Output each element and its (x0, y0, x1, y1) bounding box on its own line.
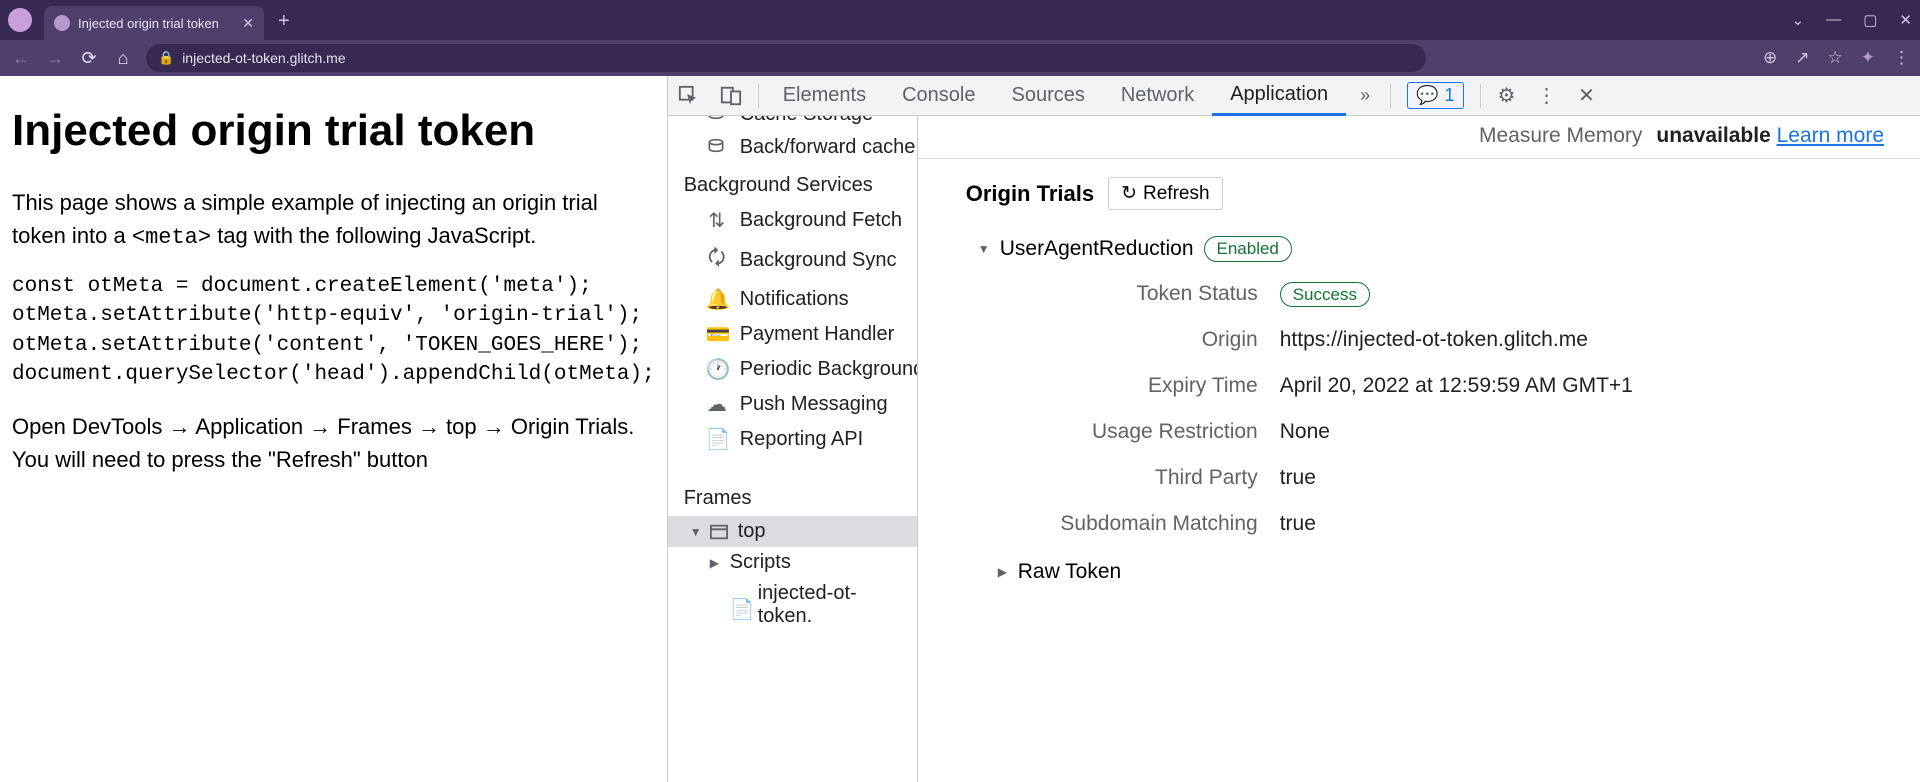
cloud-icon: ☁ (706, 392, 728, 417)
triangle-right-icon[interactable]: ▶ (710, 556, 722, 570)
usage-label: Usage Restriction (978, 420, 1258, 444)
third-party-value: true (1280, 466, 1920, 490)
trial-details-grid: Token Status Success Origin https://inje… (918, 282, 1920, 536)
refresh-icon: ↻ (1121, 182, 1137, 205)
learn-more-link[interactable]: Learn more (1777, 124, 1884, 147)
devtools-toolbar: Elements Console Sources Network Applica… (668, 76, 1920, 116)
chat-icon: 💬 (1416, 85, 1438, 106)
success-badge: Success (1280, 282, 1370, 307)
issues-count: 1 (1445, 85, 1455, 106)
application-sidebar: Cache Storage Back/forward cache Backgro… (668, 116, 918, 782)
devtools-close-icon[interactable]: ✕ (1567, 83, 1607, 108)
zoom-icon[interactable]: ⊕ (1763, 48, 1777, 68)
profile-avatar[interactable] (8, 8, 32, 32)
refresh-button[interactable]: ↻ Refresh (1108, 177, 1222, 210)
file-icon: 📄 (730, 597, 750, 613)
sidebar-item-payment-handler[interactable]: 💳Payment Handler (668, 317, 917, 352)
usage-value: None (1280, 420, 1920, 444)
browser-tab-strip: Injected origin trial token ✕ + ⌄ — ▢ ✕ (0, 0, 1920, 40)
triangle-down-icon[interactable]: ▼ (978, 242, 990, 256)
issues-badge[interactable]: 💬 1 (1407, 82, 1463, 109)
triangle-down-icon[interactable]: ▼ (690, 525, 702, 539)
home-button[interactable]: ⌂ (112, 48, 134, 69)
share-icon[interactable]: ↗ (1795, 48, 1809, 68)
browser-toolbar: ← → ⟳ ⌂ 🔒 injected-ot-token.glitch.me ⊕ … (0, 40, 1920, 76)
tab-application[interactable]: Application (1212, 76, 1346, 116)
page-title: Injected origin trial token (12, 106, 655, 156)
window-icon (710, 524, 730, 540)
tab-network[interactable]: Network (1103, 76, 1212, 116)
close-icon[interactable]: ✕ (242, 15, 254, 32)
sidebar-item-background-sync[interactable]: 🗘Background Sync (668, 238, 917, 282)
application-main: Measure Memory unavailable Learn more Or… (918, 116, 1920, 782)
document-icon: 📄 (706, 427, 728, 452)
origin-trials-heading: Origin Trials (966, 181, 1094, 207)
tab-sources[interactable]: Sources (993, 76, 1102, 116)
chevron-down-icon[interactable]: ⌄ (1792, 11, 1805, 29)
bookmark-icon[interactable]: ☆ (1828, 48, 1843, 68)
measure-memory-row: Measure Memory unavailable Learn more (918, 116, 1920, 158)
origin-label: Origin (978, 328, 1258, 352)
url-text: injected-ot-token.glitch.me (182, 50, 345, 66)
new-tab-button[interactable]: + (278, 10, 290, 33)
favicon-icon (54, 15, 70, 31)
tab-elements[interactable]: Elements (765, 76, 884, 116)
inspect-icon[interactable] (668, 85, 710, 107)
origin-value: https://injected-ot-token.glitch.me (1280, 328, 1920, 352)
database-icon (706, 116, 728, 125)
devtools-menu-icon[interactable]: ⋮ (1527, 83, 1567, 108)
token-status-label: Token Status (978, 282, 1258, 306)
reload-button[interactable]: ⟳ (78, 48, 100, 69)
expiry-value: April 20, 2022 at 12:59:59 AM GMT+1 (1280, 374, 1920, 398)
browser-tab[interactable]: Injected origin trial token ✕ (44, 6, 264, 40)
minimize-icon[interactable]: — (1826, 11, 1841, 29)
clock-icon: 🕐 (706, 357, 728, 382)
sidebar-item-bfcache[interactable]: Back/forward cache (668, 131, 917, 164)
sidebar-item-cache-storage[interactable]: Cache Storage (668, 116, 917, 131)
trial-row[interactable]: ▼ UserAgentReduction Enabled (918, 236, 1920, 282)
devtools-panel: Elements Console Sources Network Applica… (667, 76, 1920, 782)
window-close-icon[interactable]: ✕ (1899, 11, 1912, 29)
database-icon (706, 138, 728, 158)
subdomain-label: Subdomain Matching (978, 512, 1258, 536)
frame-file[interactable]: 📄 injected-ot-token. (668, 578, 917, 632)
maximize-icon[interactable]: ▢ (1863, 11, 1877, 29)
instructions-paragraph: Open DevTools → Application → Frames → t… (12, 410, 655, 476)
address-bar[interactable]: 🔒 injected-ot-token.glitch.me (146, 44, 1426, 72)
sidebar-item-periodic-sync[interactable]: 🕐Periodic Background Sync (668, 352, 917, 387)
subdomain-value: true (1280, 512, 1920, 536)
lock-icon: 🔒 (158, 50, 174, 66)
intro-paragraph: This page shows a simple example of inje… (12, 186, 655, 254)
sidebar-group-background-services: Background Services (668, 164, 917, 203)
trial-name: UserAgentReduction (1000, 237, 1194, 261)
sidebar-item-push-messaging[interactable]: ☁Push Messaging (668, 387, 917, 422)
sync-icon: 🗘 (706, 243, 728, 277)
frame-scripts[interactable]: ▶ Scripts (668, 547, 917, 578)
expiry-label: Expiry Time (978, 374, 1258, 398)
frame-top[interactable]: ▼ top (668, 516, 917, 547)
kebab-menu-icon[interactable]: ⋮ (1893, 48, 1910, 68)
extensions-icon[interactable]: ✦ (1861, 48, 1875, 68)
fetch-icon: ⇅ (706, 208, 728, 233)
forward-button[interactable]: → (44, 48, 66, 69)
code-block: const otMeta = document.createElement('m… (12, 272, 655, 390)
gear-icon[interactable]: ⚙ (1487, 83, 1527, 108)
device-toggle-icon[interactable] (710, 85, 752, 107)
card-icon: 💳 (706, 322, 728, 347)
back-button[interactable]: ← (10, 48, 32, 69)
sidebar-item-background-fetch[interactable]: ⇅Background Fetch (668, 203, 917, 238)
sidebar-group-frames: Frames (668, 477, 917, 516)
page-content: Injected origin trial token This page sh… (0, 76, 667, 782)
tab-console[interactable]: Console (884, 76, 993, 116)
triangle-right-icon[interactable]: ▶ (998, 565, 1010, 579)
sidebar-item-reporting-api[interactable]: 📄Reporting API (668, 422, 917, 457)
bell-icon: 🔔 (706, 287, 728, 312)
raw-token-row[interactable]: ▶ Raw Token (918, 536, 1920, 584)
sidebar-item-notifications[interactable]: 🔔Notifications (668, 282, 917, 317)
more-tabs-icon[interactable]: » (1346, 85, 1384, 106)
tab-title: Injected origin trial token (78, 16, 219, 31)
third-party-label: Third Party (978, 466, 1258, 490)
enabled-badge: Enabled (1204, 236, 1292, 262)
